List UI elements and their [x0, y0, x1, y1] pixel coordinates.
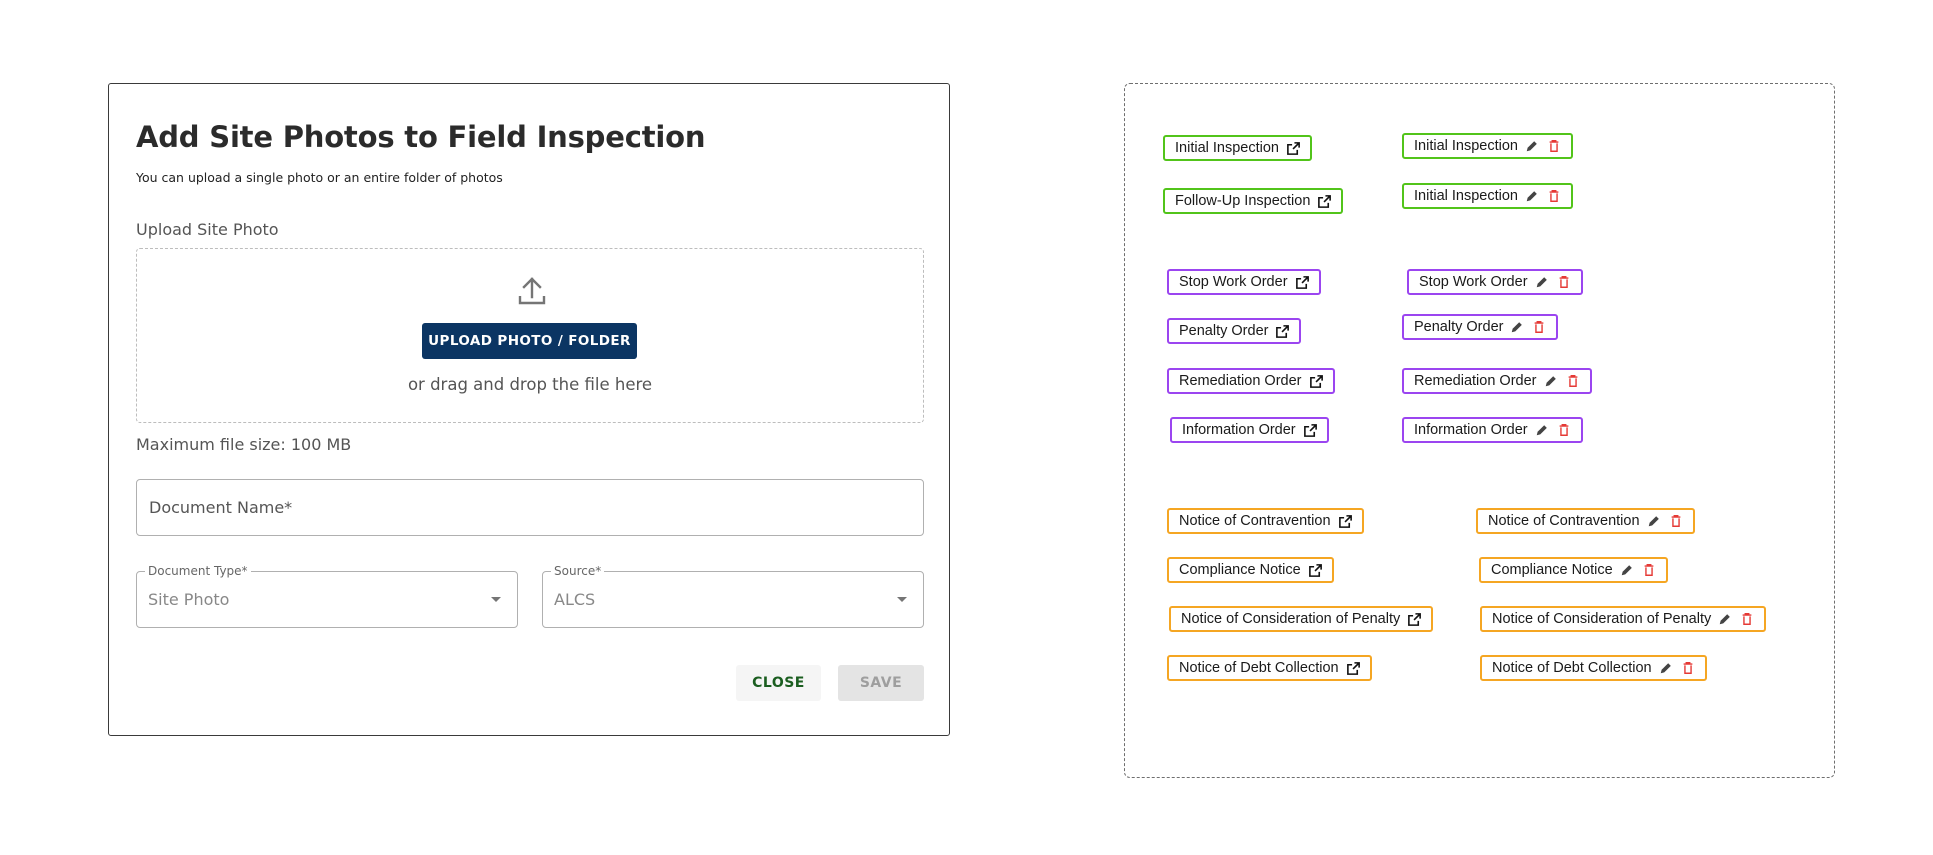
chip-label: Compliance Notice — [1179, 562, 1301, 578]
chip-edit-penalty-order[interactable]: Penalty Order — [1402, 314, 1559, 340]
trash-icon[interactable] — [1532, 320, 1547, 335]
chip-label: Stop Work Order — [1419, 274, 1528, 290]
pencil-icon[interactable] — [1620, 563, 1635, 578]
source-select[interactable]: Source* ALCS — [542, 564, 924, 628]
open-in-new-icon[interactable] — [1303, 423, 1318, 438]
document-type-value: Site Photo — [148, 590, 230, 609]
trash-icon[interactable] — [1566, 374, 1581, 389]
chip-edit-notice-of-debt-collection[interactable]: Notice of Debt Collection — [1480, 655, 1707, 681]
chip-label: Follow-Up Inspection — [1175, 193, 1311, 209]
trash-icon[interactable] — [1557, 423, 1572, 438]
open-in-new-icon[interactable] — [1346, 661, 1361, 676]
chip-view-notice-of-consideration-of-penalty[interactable]: Notice of Consideration of Penalty — [1169, 606, 1434, 632]
upload-photo-folder-button[interactable]: UPLOAD PHOTO / FOLDER — [422, 323, 637, 359]
chip-label: Penalty Order — [1179, 323, 1269, 339]
document-type-label: Document Type* — [145, 564, 251, 578]
pencil-icon[interactable] — [1544, 374, 1559, 389]
open-in-new-icon[interactable] — [1309, 374, 1324, 389]
trash-icon[interactable] — [1642, 563, 1657, 578]
chip-label: Notice of Debt Collection — [1179, 660, 1339, 676]
chip-label: Remediation Order — [1179, 373, 1302, 389]
chip-label: Notice of Consideration of Penalty — [1492, 611, 1712, 627]
trash-icon[interactable] — [1669, 514, 1684, 529]
chip-view-notice-of-debt-collection[interactable]: Notice of Debt Collection — [1167, 655, 1372, 681]
trash-icon[interactable] — [1547, 189, 1562, 204]
chip-edit-initial-inspection[interactable]: Initial Inspection — [1402, 133, 1573, 159]
chip-label: Information Order — [1414, 422, 1528, 438]
chip-edit-information-order[interactable]: Information Order — [1402, 417, 1583, 443]
pencil-icon[interactable] — [1535, 275, 1550, 290]
pencil-icon[interactable] — [1659, 661, 1674, 676]
upload-site-photo-label: Upload Site Photo — [136, 220, 279, 239]
trash-icon[interactable] — [1681, 661, 1696, 676]
file-dropzone[interactable]: UPLOAD PHOTO / FOLDER or drag and drop t… — [136, 248, 924, 423]
document-type-select[interactable]: Document Type* Site Photo — [136, 564, 518, 628]
chip-edit-stop-work-order[interactable]: Stop Work Order — [1407, 269, 1583, 295]
chip-label: Information Order — [1182, 422, 1296, 438]
chip-label: Initial Inspection — [1175, 140, 1279, 156]
chip-label: Initial Inspection — [1414, 188, 1518, 204]
chip-label: Penalty Order — [1414, 319, 1504, 335]
close-button[interactable]: CLOSE — [736, 665, 821, 701]
upload-icon — [517, 276, 547, 306]
open-in-new-icon[interactable] — [1338, 514, 1353, 529]
chip-view-penalty-order[interactable]: Penalty Order — [1167, 318, 1302, 344]
open-in-new-icon[interactable] — [1308, 563, 1323, 578]
chip-edit-initial-inspection[interactable]: Initial Inspection — [1402, 183, 1573, 209]
open-in-new-icon[interactable] — [1295, 275, 1310, 290]
pencil-icon[interactable] — [1510, 320, 1525, 335]
open-in-new-icon[interactable] — [1407, 612, 1422, 627]
chip-view-information-order[interactable]: Information Order — [1170, 417, 1329, 443]
chip-edit-notice-of-contravention[interactable]: Notice of Contravention — [1476, 508, 1695, 534]
chip-label: Notice of Consideration of Penalty — [1181, 611, 1401, 627]
dialog-subtitle: You can upload a single photo or an enti… — [136, 170, 503, 185]
pencil-icon[interactable] — [1718, 612, 1733, 627]
dropdown-arrow-icon — [897, 597, 907, 602]
document-name-field[interactable]: Document Name* — [136, 479, 924, 536]
trash-icon[interactable] — [1740, 612, 1755, 627]
open-in-new-icon[interactable] — [1286, 141, 1301, 156]
add-site-photos-dialog: Add Site Photos to Field Inspection You … — [108, 83, 950, 736]
pencil-icon[interactable] — [1525, 139, 1540, 154]
chip-edit-compliance-notice[interactable]: Compliance Notice — [1479, 557, 1668, 583]
chip-label: Remediation Order — [1414, 373, 1537, 389]
dialog-title: Add Site Photos to Field Inspection — [136, 120, 706, 154]
document-name-placeholder: Document Name* — [149, 498, 293, 517]
source-value: ALCS — [554, 590, 596, 609]
chip-edit-notice-of-consideration-of-penalty[interactable]: Notice of Consideration of Penalty — [1480, 606, 1767, 632]
save-button[interactable]: SAVE — [838, 665, 924, 701]
chip-label: Stop Work Order — [1179, 274, 1288, 290]
trash-icon[interactable] — [1557, 275, 1572, 290]
source-label: Source* — [551, 564, 605, 578]
open-in-new-icon[interactable] — [1317, 194, 1332, 209]
chip-view-remediation-order[interactable]: Remediation Order — [1167, 368, 1335, 394]
chip-view-compliance-notice[interactable]: Compliance Notice — [1167, 557, 1334, 583]
open-in-new-icon[interactable] — [1275, 324, 1290, 339]
chip-view-follow-up-inspection[interactable]: Follow-Up Inspection — [1163, 188, 1344, 214]
pencil-icon[interactable] — [1647, 514, 1662, 529]
chip-view-stop-work-order[interactable]: Stop Work Order — [1167, 269, 1321, 295]
chip-label: Initial Inspection — [1414, 138, 1518, 154]
chip-view-initial-inspection[interactable]: Initial Inspection — [1163, 135, 1312, 161]
chip-label: Notice of Debt Collection — [1492, 660, 1652, 676]
chip-label: Compliance Notice — [1491, 562, 1613, 578]
chip-label: Notice of Contravention — [1488, 513, 1640, 529]
drag-drop-hint: or drag and drop the file here — [407, 375, 653, 394]
pencil-icon[interactable] — [1535, 423, 1550, 438]
chip-view-notice-of-contravention[interactable]: Notice of Contravention — [1167, 508, 1364, 534]
chip-variants-panel: Initial Inspection Follow-Up Inspection … — [1124, 83, 1835, 778]
dropdown-arrow-icon — [491, 597, 501, 602]
chip-edit-remediation-order[interactable]: Remediation Order — [1402, 368, 1592, 394]
chip-label: Notice of Contravention — [1179, 513, 1331, 529]
max-file-size-text: Maximum file size: 100 MB — [136, 435, 352, 454]
pencil-icon[interactable] — [1525, 189, 1540, 204]
trash-icon[interactable] — [1547, 139, 1562, 154]
